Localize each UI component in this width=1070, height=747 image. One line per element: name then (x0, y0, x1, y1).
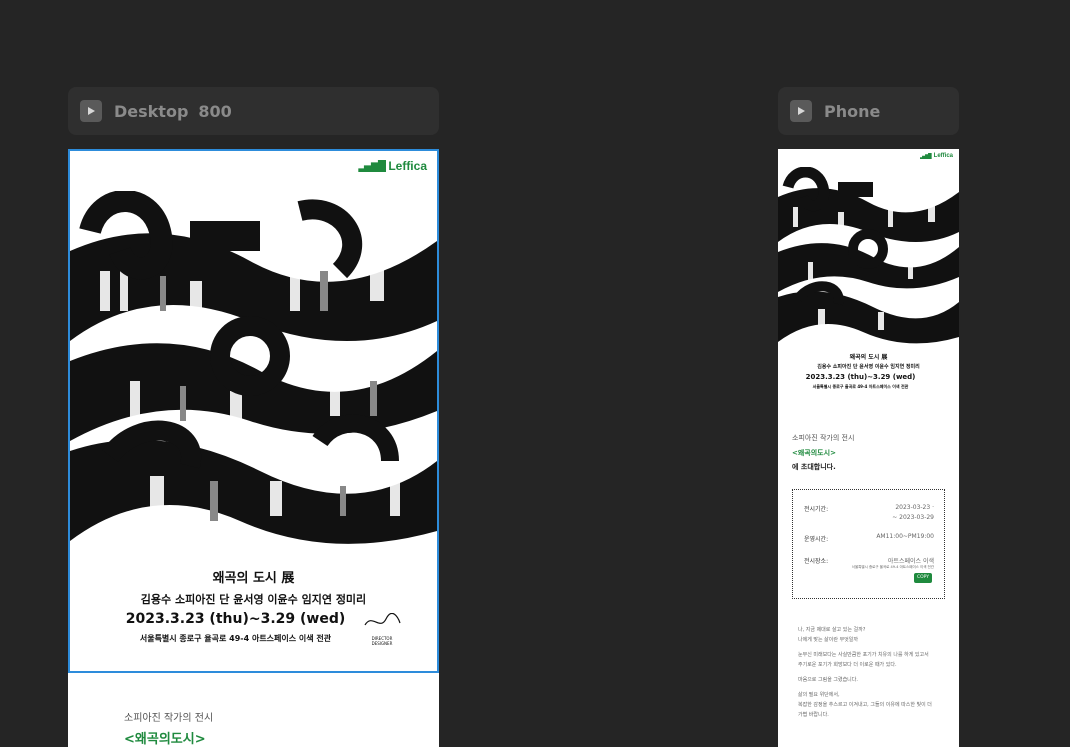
desktop-frame[interactable]: Leffica 왜곡의 도시 展 김용수 소피아진 단 윤서영 이윤수 임지연 … (68, 149, 439, 747)
director-signature: DIRECTOR DESIGNER (362, 608, 402, 646)
period-value-end: ~ 2023-03-29 (892, 514, 934, 521)
period-value-start: 2023-03-23 · (895, 504, 934, 511)
intro-highlight: <왜곡의도시> (124, 732, 206, 747)
place-value: 아트스페이스 이색 (887, 558, 934, 565)
note-line: 주기로운 포기가 희망보다 더 이로운 때가 있다. (798, 662, 897, 668)
hours-label: 운영시간: (804, 536, 829, 543)
place-address: 서울특별시 종로구 율곡로 49-4 아트스페이스 이색 전관 (851, 565, 934, 569)
play-icon[interactable] (80, 100, 102, 122)
exhibition-title: 왜곡의 도시 展 (849, 354, 888, 361)
artist-list: 김용수 소피아진 단 윤서영 이윤수 임지연 정미리 (140, 593, 367, 606)
note-line: 삶의 필요 위단에서, (798, 692, 840, 698)
info-box: 전시기간: 2023-03-23 · ~ 2023-03-29 운영시간: AM… (792, 489, 945, 599)
intro-subtitle: 소피아진 작가의 전시 (792, 434, 855, 442)
poster-artwork (778, 167, 959, 344)
intro-invite: 에 초대합니다. (792, 463, 836, 471)
phone-frame-header[interactable]: Phone (778, 87, 959, 135)
note-line: 나에게 맞는 삶이란 무엇일까 (798, 637, 858, 643)
brand-mark-icon (358, 160, 387, 172)
poster-artwork (70, 191, 437, 544)
brand-mark-icon (919, 153, 932, 159)
note-line: 나, 지금 제대로 살고 있는 걸까? (798, 627, 866, 633)
exhibition-title: 왜곡의 도시 展 (212, 571, 295, 586)
period-label: 전시기간: (804, 506, 829, 513)
note-line: 눈부신 미래보다는 사실만큼한 포기가 치유의 나를 하게 있고서 (798, 652, 929, 658)
note-line: 가볍 바랍니다. (798, 712, 829, 718)
play-icon[interactable] (790, 100, 812, 122)
venue-address: 서울특별시 종로구 율곡로 49-4 아트스페이스 이색 전관 (812, 384, 909, 389)
brand-logo: Leffica (358, 159, 427, 173)
note-line: 복잡한 감정을 추스르고 이겨내고, 그들의 이유에 따스한 빛이 더 (798, 702, 932, 708)
poster-selection[interactable]: Leffica 왜곡의 도시 展 김용수 소피아진 단 윤서영 이윤수 임지연 … (68, 149, 439, 673)
place-label: 전시장소: (804, 558, 829, 565)
copy-address-button[interactable]: COPY (914, 573, 932, 583)
desktop-frame-header[interactable]: Desktop 800 (68, 87, 439, 135)
frame-size: 800 (198, 101, 232, 121)
hours-value: AM11:00~PM19:00 (876, 533, 934, 540)
frame-name: Phone (824, 101, 881, 121)
exhibition-dates: 2023.3.23 (thu)~3.29 (wed) (805, 373, 916, 381)
phone-frame[interactable]: Leffica 왜곡의 도시 展 김용수 소피아진 단 윤서영 이윤수 임지연 … (778, 149, 959, 747)
brand-logo: Leffica (919, 153, 953, 159)
frame-name: Desktop (114, 101, 189, 121)
note-line: 마음으로 그림을 그렸습니다. (798, 677, 858, 683)
intro-highlight: <왜곡의도시> (792, 449, 836, 457)
artist-list: 김용수 소피아진 단 윤서영 이윤수 임지연 정미리 (817, 364, 920, 370)
intro-subtitle: 소피아진 작가의 전시 (124, 713, 214, 724)
